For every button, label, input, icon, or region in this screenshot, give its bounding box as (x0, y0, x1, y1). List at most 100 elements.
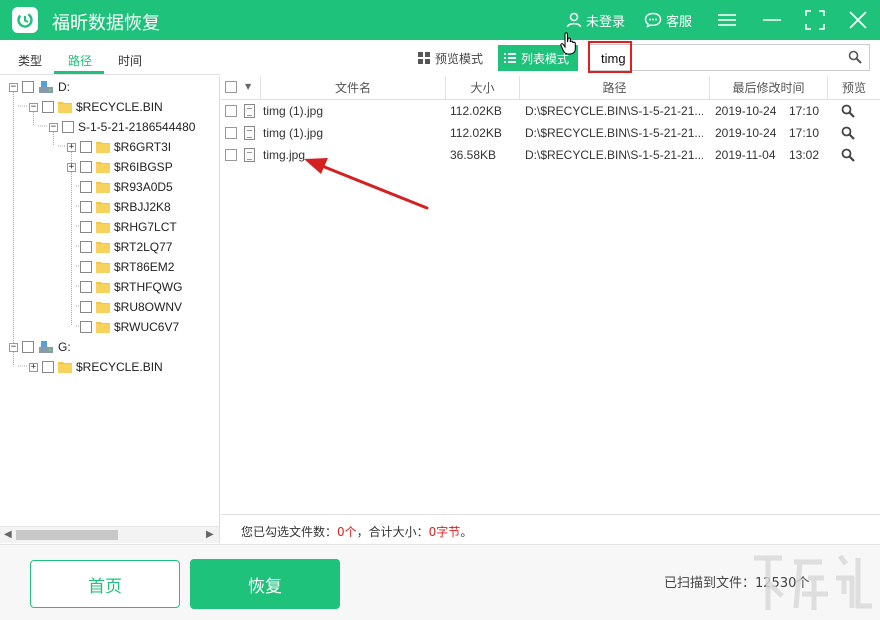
column-header-size[interactable]: 大小 (446, 76, 520, 100)
tree-node-folder[interactable]: $R93A0D5 (80, 178, 173, 196)
tree-node-folder[interactable]: + $R6GRT3I (67, 138, 171, 156)
row-checkbox[interactable] (225, 149, 237, 161)
tree-node-label: G: (58, 340, 71, 354)
preview-magnifier-icon[interactable] (841, 104, 855, 118)
checkbox[interactable] (80, 221, 92, 233)
select-all-column: ▼ (221, 76, 261, 100)
tree-node-drive-d[interactable]: − D: (9, 78, 70, 96)
checkbox[interactable] (42, 101, 54, 113)
folder-icon (96, 162, 110, 173)
tree-horizontal-scrollbar[interactable]: ◀ ▶ (0, 526, 220, 543)
drive-icon (39, 341, 53, 353)
checkbox[interactable] (80, 181, 92, 193)
tree-node-recycle-bin-d[interactable]: − $RECYCLE.BIN (29, 98, 163, 116)
row-checkbox[interactable] (225, 105, 237, 117)
service-label: 客服 (666, 13, 693, 29)
tree-node-folder[interactable]: $RU8OWNV (80, 298, 182, 316)
scroll-right-arrow-icon[interactable]: ▶ (206, 529, 214, 540)
scrollbar-thumb[interactable] (16, 530, 118, 540)
image-file-icon (244, 104, 255, 118)
file-time: 17:10 (789, 104, 820, 118)
checkbox[interactable] (80, 301, 92, 313)
folder-icon (58, 362, 72, 373)
tree-node-label: S-1-5-21-2186544480 (78, 120, 196, 134)
expand-toggle[interactable]: + (29, 362, 38, 372)
checkbox[interactable] (80, 261, 92, 273)
home-button[interactable]: 首页 (30, 560, 180, 608)
maximize-button[interactable] (803, 8, 827, 32)
app-logo-icon (12, 7, 38, 33)
list-icon (504, 53, 516, 63)
scroll-left-arrow-icon[interactable]: ◀ (4, 529, 12, 540)
tree-node-folder[interactable]: $RTHFQWG (80, 278, 182, 296)
select-all-checkbox[interactable] (225, 81, 237, 93)
file-name: timg (1).jpg (263, 126, 324, 140)
tab-path[interactable]: 路径 (68, 52, 92, 69)
tree-node-folder[interactable]: $RT86EM2 (80, 258, 174, 276)
watermark-logo-icon (754, 554, 872, 610)
file-path: D:\$RECYCLE.BIN\S-1-5-21-21... (525, 126, 703, 140)
checkbox[interactable] (80, 141, 92, 153)
search-icon[interactable] (848, 50, 862, 64)
file-size: 112.02KB (450, 126, 502, 140)
collapse-toggle[interactable]: − (29, 102, 38, 112)
checkbox[interactable] (80, 241, 92, 253)
preview-magnifier-icon[interactable] (841, 148, 855, 162)
column-header-modified[interactable]: 最后修改时间 (710, 76, 828, 100)
login-label: 未登录 (586, 13, 626, 29)
file-date: 2019-11-04 (715, 148, 776, 162)
tree-node-sid-folder[interactable]: − S-1-5-21-2186544480 (49, 118, 195, 136)
tree-node-folder[interactable]: $RHG7LCT (80, 218, 177, 236)
tab-time[interactable]: 时间 (118, 52, 142, 69)
checkbox[interactable] (22, 81, 34, 93)
tree-node-recycle-bin-g[interactable]: + $RECYCLE.BIN (29, 358, 163, 376)
column-header-name[interactable]: 文件名 (261, 76, 446, 100)
table-row[interactable]: timg (1).jpg 112.02KB D:\$RECYCLE.BIN\S-… (221, 100, 880, 122)
file-table-header: ▼ 文件名 大小 路径 最后修改时间 预览 (221, 76, 880, 100)
tree-node-folder[interactable]: $RT2LQ77 (80, 238, 172, 256)
search-input[interactable] (601, 50, 833, 66)
login-button[interactable]: 未登录 (566, 10, 625, 30)
checkbox[interactable] (80, 201, 92, 213)
view-tabs: 类型 路径 时间 (0, 40, 220, 75)
tree-node-folder[interactable]: $RBJJ2K8 (80, 198, 171, 216)
status-suffix: 。 (460, 525, 473, 539)
collapse-toggle[interactable]: − (49, 122, 58, 132)
user-icon (566, 12, 582, 28)
folder-icon (96, 322, 110, 333)
checkbox[interactable] (80, 161, 92, 173)
checkbox[interactable] (62, 121, 74, 133)
customer-service-button[interactable]: 客服 (644, 10, 692, 30)
recover-button[interactable]: 恢复 (190, 559, 340, 609)
tree-node-folder[interactable]: $RWUC6V7 (80, 318, 179, 336)
collapse-toggle[interactable]: − (9, 82, 18, 92)
file-time: 17:10 (789, 126, 820, 140)
preview-mode-button[interactable]: 预览模式 (412, 46, 492, 70)
tree-node-folder[interactable]: + $R6IBGSP (67, 158, 173, 176)
column-header-path[interactable]: 路径 (520, 76, 710, 100)
tree-node-label: $RBJJ2K8 (114, 200, 171, 214)
folder-icon (96, 202, 110, 213)
expand-toggle[interactable]: + (67, 142, 76, 152)
folder-icon (96, 262, 110, 273)
expand-toggle[interactable]: + (67, 162, 76, 172)
minimize-button[interactable] (760, 8, 784, 32)
table-row[interactable]: timg (1).jpg 112.02KB D:\$RECYCLE.BIN\S-… (221, 122, 880, 144)
column-header-preview: 预览 (841, 81, 866, 95)
tree-node-drive-g[interactable]: − G: (9, 338, 71, 356)
table-row[interactable]: timg.jpg 36.58KB D:\$RECYCLE.BIN\S-1-5-2… (221, 144, 880, 166)
checkbox[interactable] (80, 281, 92, 293)
close-button[interactable] (846, 8, 870, 32)
tree-node-label: $RECYCLE.BIN (76, 360, 163, 374)
menu-button[interactable] (715, 8, 739, 32)
close-icon (849, 11, 867, 29)
dropdown-arrow-icon[interactable]: ▼ (245, 75, 251, 99)
tree-node-label: $RWUC6V7 (114, 320, 180, 334)
row-checkbox[interactable] (225, 127, 237, 139)
checkbox[interactable] (22, 341, 34, 353)
tab-type[interactable]: 类型 (18, 52, 42, 69)
collapse-toggle[interactable]: − (9, 342, 18, 352)
checkbox[interactable] (42, 361, 54, 373)
preview-magnifier-icon[interactable] (841, 126, 855, 140)
checkbox[interactable] (80, 321, 92, 333)
